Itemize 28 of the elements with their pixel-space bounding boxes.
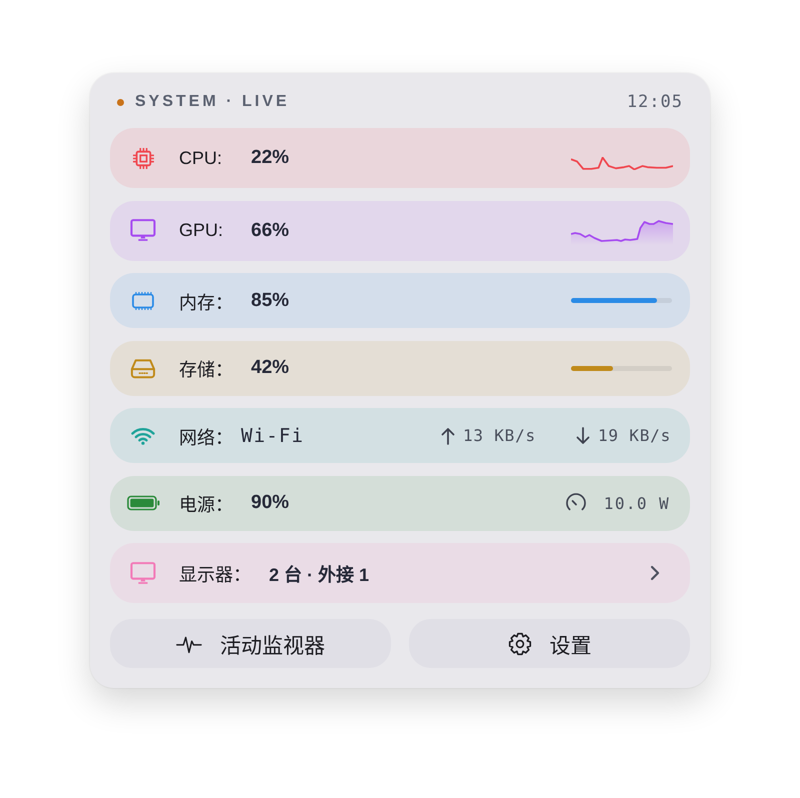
metric-value: 66% [251,220,290,242]
arrow-up-icon [440,426,455,444]
metric-value: 90% [251,492,290,514]
metric-label: 显示器： [179,564,251,586]
metric-value: 22% [251,147,290,169]
metric-label: 内存： [179,292,233,314]
metric-value: 2 台 · 外接 1 [269,564,370,586]
gauge-icon [564,493,587,513]
metric-value: 85% [251,290,290,312]
settings-button[interactable]: 设置 [409,619,690,668]
display-row[interactable]: 显示器： 2 台 · 外接 1 [110,543,690,603]
download-rate: 19 KB/s [598,426,671,445]
panel-title: SYSTEM · LIVE [135,93,290,111]
settings-icon [508,632,532,656]
metric-label: 存储： [179,359,233,381]
metric-value: Wi-Fi [241,424,304,446]
status-dot-icon [117,98,124,106]
metric-label: CPU: [179,148,224,168]
activity-monitor-button[interactable]: 活动监视器 [110,619,391,668]
power-draw: 10.0 W [604,494,670,512]
metric-label: 网络： [179,426,233,448]
chevron-right-icon [649,564,661,582]
upload-rate: 13 KB/s [462,426,536,445]
metric-label: 电源： [179,494,233,516]
arrow-down-icon [576,426,590,444]
clock-time: 12:05 [626,92,683,112]
metric-label: GPU: [179,220,224,241]
metric-value: 42% [251,357,290,379]
